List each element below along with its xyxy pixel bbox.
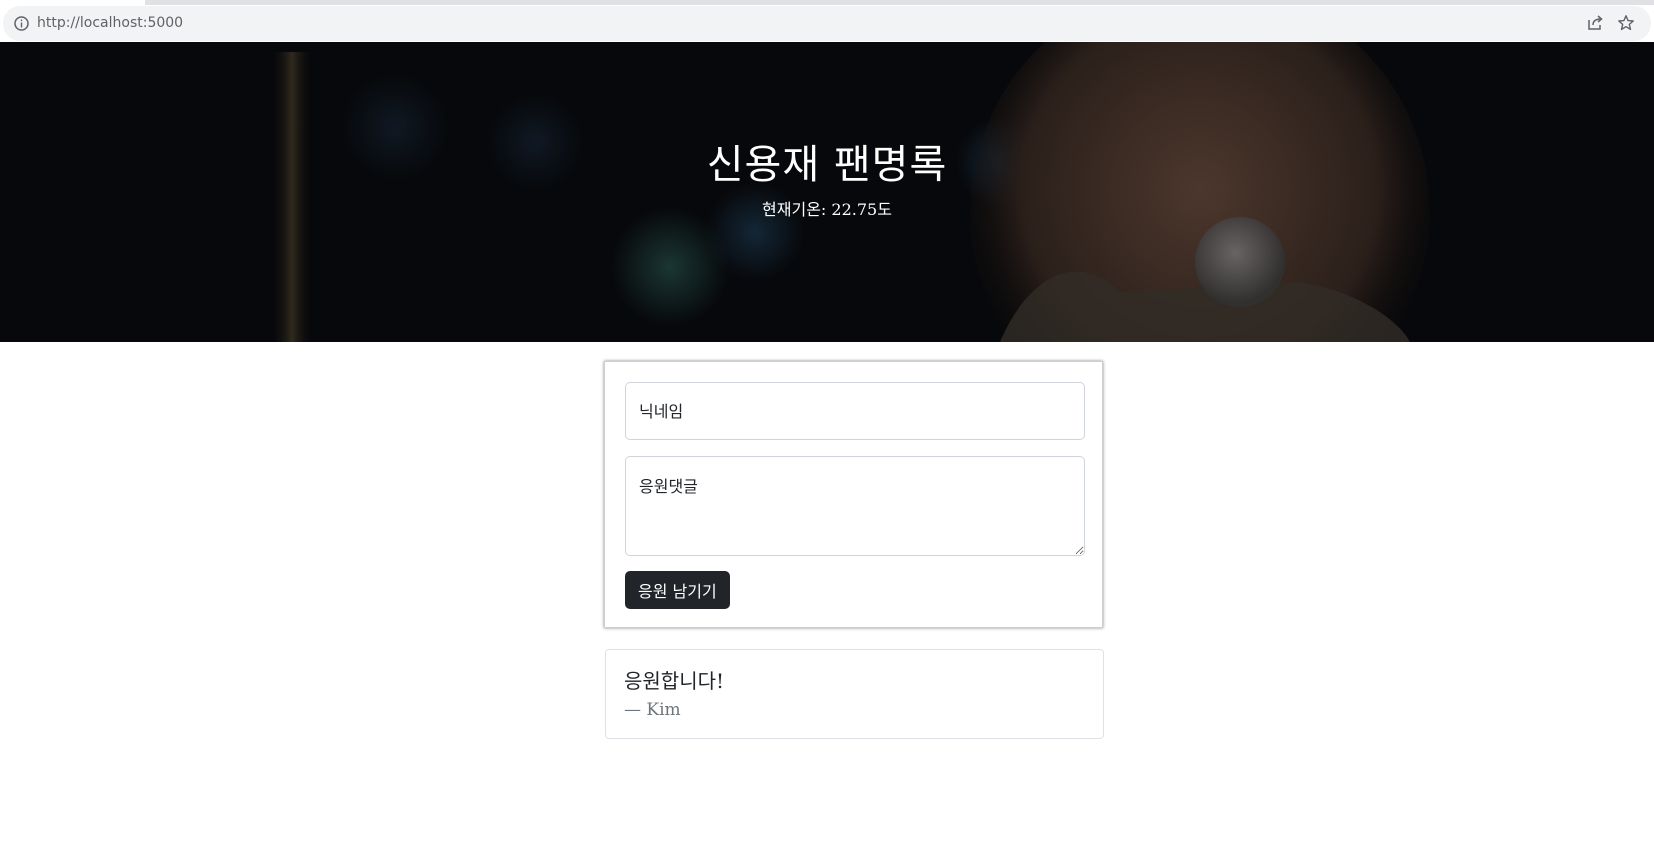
comment-text: 응원합니다!	[624, 669, 725, 693]
nickname-input[interactable]	[625, 382, 1085, 440]
submit-cheer-button[interactable]: 응원 남기기	[625, 571, 730, 609]
hero-banner: 신용재 팬명록 현재기온: 22.75도	[0, 42, 1654, 342]
comment-author: — Kim	[624, 700, 681, 720]
comment-card: 응원합니다! — Kim	[605, 649, 1104, 739]
bookmark-star-icon[interactable]	[1617, 14, 1635, 32]
page-title: 신용재 팬명록	[706, 142, 948, 188]
address-bar[interactable]: http://localhost:5000	[3, 6, 1651, 41]
share-icon[interactable]	[1586, 14, 1604, 32]
url-text[interactable]: http://localhost:5000	[37, 14, 183, 33]
active-tab-edge[interactable]	[0, 0, 145, 5]
current-temperature: 현재기온: 22.75도	[762, 200, 892, 219]
hero-background-photo	[0, 42, 1654, 342]
browser-tabstrip	[0, 0, 1654, 5]
info-icon[interactable]	[13, 15, 30, 32]
comment-textarea[interactable]	[625, 456, 1085, 556]
guestbook-form: 응원 남기기	[604, 361, 1103, 628]
